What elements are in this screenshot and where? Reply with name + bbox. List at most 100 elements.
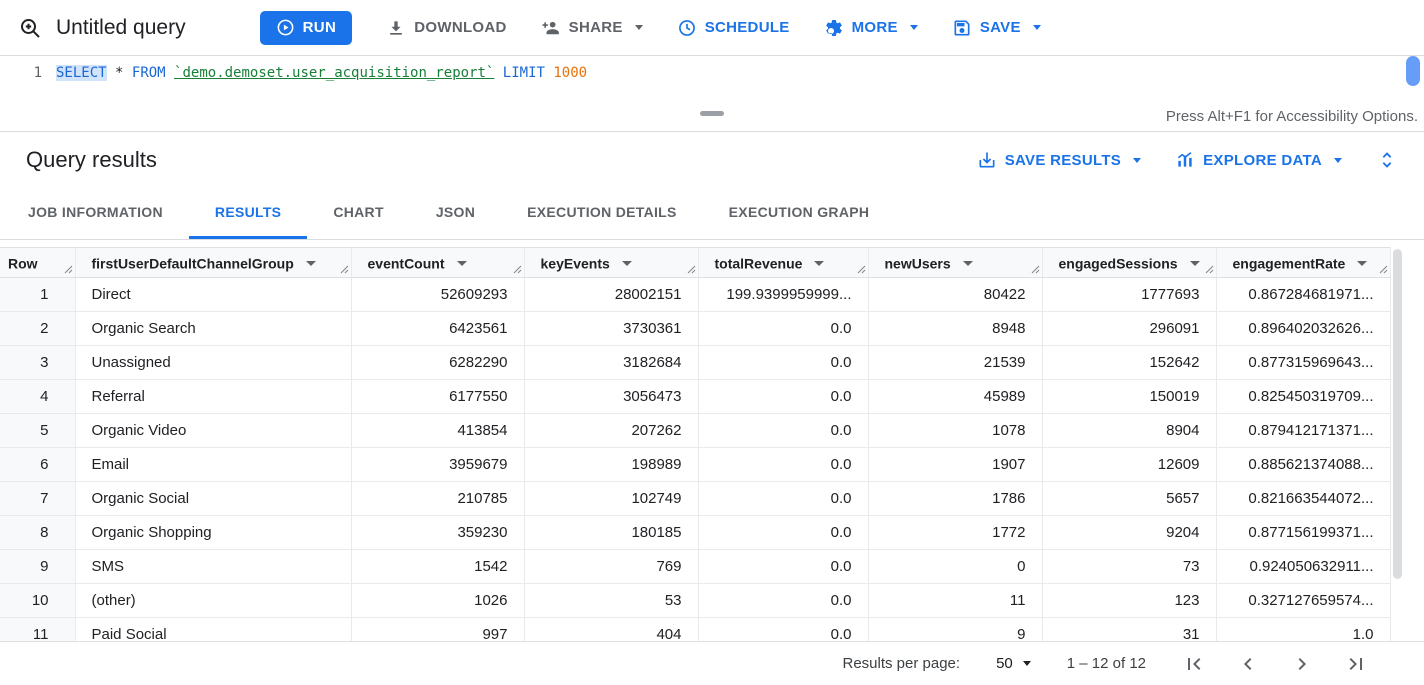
sql-token bbox=[107, 65, 115, 81]
editor-scrollbar[interactable] bbox=[1406, 56, 1420, 86]
column-label: keyEvents bbox=[541, 255, 610, 271]
cell-firstUserDefaultChannelGroup: (other) bbox=[75, 584, 351, 618]
cell-eventCount: 210785 bbox=[351, 482, 524, 516]
column-header-engagedSessions[interactable]: engagedSessions bbox=[1042, 248, 1216, 278]
explore-data-button[interactable]: EXPLORE DATA bbox=[1175, 150, 1342, 170]
sort-caret-icon[interactable] bbox=[622, 261, 632, 266]
cell-row: 7 bbox=[0, 482, 75, 516]
column-header-firstUserDefaultChannelGroup[interactable]: firstUserDefaultChannelGroup bbox=[75, 248, 351, 278]
cell-engagedSessions: 8904 bbox=[1042, 414, 1216, 448]
table-row: 6Email39596791989890.01907126090.8856213… bbox=[0, 448, 1390, 482]
cell-engagementRate: 1.0 bbox=[1216, 618, 1390, 642]
cell-newUsers: 9 bbox=[868, 618, 1042, 642]
tab-execution-details[interactable]: EXECUTION DETAILS bbox=[501, 188, 703, 239]
column-resize-handle[interactable] bbox=[1205, 265, 1214, 274]
column-header-totalRevenue[interactable]: totalRevenue bbox=[698, 248, 868, 278]
download-icon bbox=[386, 18, 406, 38]
sort-caret-icon[interactable] bbox=[963, 261, 973, 266]
cell-engagementRate: 0.885621374088... bbox=[1216, 448, 1390, 482]
sql-token: 1000 bbox=[553, 65, 587, 81]
chevron-down-icon bbox=[1023, 661, 1031, 666]
sql-token: SELECT bbox=[56, 65, 107, 81]
cell-engagedSessions: 150019 bbox=[1042, 380, 1216, 414]
tab-execution-graph[interactable]: EXECUTION GRAPH bbox=[703, 188, 896, 239]
cell-engagementRate: 0.877315969643... bbox=[1216, 346, 1390, 380]
tab-json[interactable]: JSON bbox=[410, 188, 501, 239]
save-button[interactable]: SAVE bbox=[952, 18, 1041, 38]
chevron-down-icon bbox=[910, 25, 918, 30]
cell-keyEvents: 3182684 bbox=[524, 346, 698, 380]
query-title: Untitled query bbox=[56, 16, 186, 40]
cell-firstUserDefaultChannelGroup: Organic Video bbox=[75, 414, 351, 448]
last-page-button[interactable] bbox=[1344, 652, 1368, 676]
save-results-button[interactable]: SAVE RESULTS bbox=[977, 150, 1141, 170]
column-header-row[interactable]: Row bbox=[0, 248, 75, 278]
cell-row: 6 bbox=[0, 448, 75, 482]
chevron-down-icon bbox=[635, 25, 643, 30]
cell-engagementRate: 0.327127659574... bbox=[1216, 584, 1390, 618]
scrollbar-thumb[interactable] bbox=[1393, 249, 1402, 579]
cell-newUsers: 1907 bbox=[868, 448, 1042, 482]
cell-totalRevenue: 0.0 bbox=[698, 516, 868, 550]
column-resize-handle[interactable] bbox=[857, 265, 866, 274]
column-resize-handle[interactable] bbox=[513, 265, 522, 274]
sort-caret-icon[interactable] bbox=[1190, 261, 1200, 266]
cell-firstUserDefaultChannelGroup: Email bbox=[75, 448, 351, 482]
tab-chart[interactable]: CHART bbox=[307, 188, 410, 239]
column-header-newUsers[interactable]: newUsers bbox=[868, 248, 1042, 278]
tab-results[interactable]: RESULTS bbox=[189, 188, 307, 239]
pagination-bar: Results per page: 50 1 – 12 of 12 bbox=[0, 641, 1424, 685]
expand-results-button[interactable] bbox=[1376, 149, 1398, 171]
cell-newUsers: 1786 bbox=[868, 482, 1042, 516]
cell-firstUserDefaultChannelGroup: SMS bbox=[75, 550, 351, 584]
query-toolbar: Untitled query RUN DOWNLOAD SHARE SCH bbox=[0, 0, 1424, 56]
query-results-header: Query results SAVE RESULTS EXPLORE DATA bbox=[0, 132, 1424, 188]
more-button[interactable]: MORE bbox=[824, 18, 918, 38]
editor-resize-handle[interactable] bbox=[700, 111, 724, 116]
table-vertical-scrollbar[interactable] bbox=[1390, 247, 1404, 641]
cell-engagedSessions: 73 bbox=[1042, 550, 1216, 584]
download-button[interactable]: DOWNLOAD bbox=[386, 18, 506, 38]
page-size-value: 50 bbox=[996, 655, 1013, 672]
sql-token bbox=[494, 65, 502, 81]
column-header-eventCount[interactable]: eventCount bbox=[351, 248, 524, 278]
next-page-button[interactable] bbox=[1290, 652, 1314, 676]
table-row: 2Organic Search642356137303610.089482960… bbox=[0, 312, 1390, 346]
cell-newUsers: 45989 bbox=[868, 380, 1042, 414]
table-row: 9SMS15427690.00730.924050632911... bbox=[0, 550, 1390, 584]
sort-caret-icon[interactable] bbox=[457, 261, 467, 266]
column-resize-handle[interactable] bbox=[1379, 265, 1388, 274]
share-button-label: SHARE bbox=[569, 19, 623, 36]
column-label: engagedSessions bbox=[1059, 255, 1178, 271]
table-row: 4Referral617755030564730.0459891500190.8… bbox=[0, 380, 1390, 414]
run-button[interactable]: RUN bbox=[260, 11, 353, 45]
column-resize-handle[interactable] bbox=[340, 265, 349, 274]
cell-newUsers: 21539 bbox=[868, 346, 1042, 380]
sort-caret-icon[interactable] bbox=[1357, 261, 1367, 266]
column-resize-handle[interactable] bbox=[1031, 265, 1040, 274]
cell-keyEvents: 53 bbox=[524, 584, 698, 618]
page-size-select[interactable]: 50 bbox=[996, 655, 1031, 672]
column-resize-handle[interactable] bbox=[687, 265, 696, 274]
prev-page-button[interactable] bbox=[1236, 652, 1260, 676]
sort-caret-icon[interactable] bbox=[814, 261, 824, 266]
save-alt-icon bbox=[977, 150, 997, 170]
schedule-button[interactable]: SCHEDULE bbox=[677, 18, 790, 38]
sql-editor[interactable]: 1 SELECT * FROM `demo.demoset.user_acqui… bbox=[0, 56, 1424, 104]
cell-row: 3 bbox=[0, 346, 75, 380]
bigquery-query-page: Untitled query RUN DOWNLOAD SHARE SCH bbox=[0, 0, 1424, 685]
sql-token bbox=[166, 65, 174, 81]
chart-icon bbox=[1175, 150, 1195, 170]
column-header-keyEvents[interactable]: keyEvents bbox=[524, 248, 698, 278]
column-resize-handle[interactable] bbox=[64, 265, 73, 274]
share-button[interactable]: SHARE bbox=[541, 18, 643, 38]
cell-keyEvents: 404 bbox=[524, 618, 698, 642]
column-header-engagementRate[interactable]: engagementRate bbox=[1216, 248, 1390, 278]
sort-caret-icon[interactable] bbox=[306, 261, 316, 266]
tab-job-information[interactable]: JOB INFORMATION bbox=[2, 188, 189, 239]
first-page-button[interactable] bbox=[1182, 652, 1206, 676]
chevron-left-icon bbox=[1236, 652, 1260, 676]
table-row: 7Organic Social2107851027490.0178656570.… bbox=[0, 482, 1390, 516]
cell-eventCount: 1026 bbox=[351, 584, 524, 618]
results-actions: SAVE RESULTS EXPLORE DATA bbox=[977, 149, 1398, 171]
